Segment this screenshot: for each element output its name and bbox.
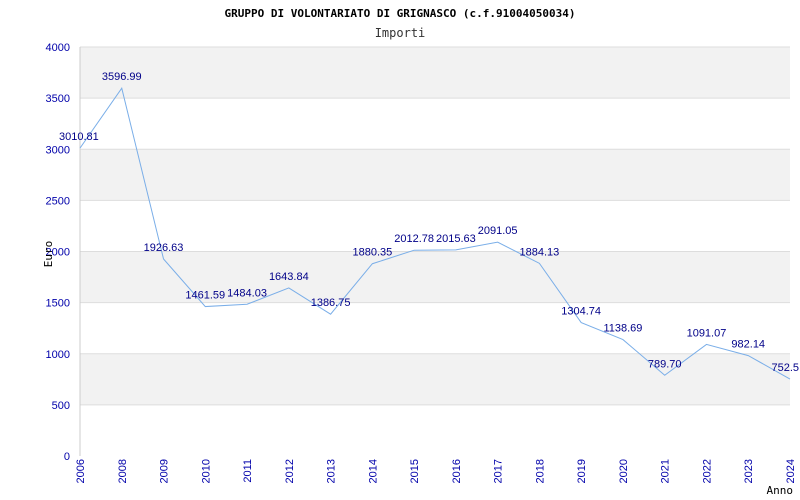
x-axis-label: Anno <box>767 484 794 497</box>
x-tick-2017: 2017 <box>493 459 505 483</box>
x-tick-2022: 2022 <box>701 459 713 483</box>
y-tick-1500: 1500 <box>46 298 70 310</box>
data-label-2008: 3596.99 <box>102 71 142 83</box>
x-tick-2013: 2013 <box>326 459 338 483</box>
data-label-2018: 1884.13 <box>520 246 560 258</box>
x-tick-2012: 2012 <box>284 459 296 483</box>
data-label-2020: 1138.69 <box>603 323 642 335</box>
background-bands <box>80 47 790 405</box>
y-tick-1000: 1000 <box>46 349 70 361</box>
x-tick-2024: 2024 <box>785 459 797 483</box>
band-5 <box>80 149 790 201</box>
gridlines <box>80 46 790 406</box>
y-tick-0: 0 <box>64 451 70 463</box>
x-tick-2014: 2014 <box>367 459 379 483</box>
data-label-2009: 1926.63 <box>144 242 184 254</box>
x-tick-2016: 2016 <box>451 459 463 483</box>
x-tick-2006: 2006 <box>75 459 87 483</box>
x-tick-2021: 2021 <box>660 459 672 483</box>
x-tick-2015: 2015 <box>409 459 421 483</box>
x-tick-2019: 2019 <box>576 459 588 483</box>
y-axis-label: Euro <box>42 241 55 268</box>
x-tick-2008: 2008 <box>117 459 129 483</box>
data-label-2017: 2091.05 <box>478 225 518 237</box>
data-label-2015: 2012.78 <box>394 233 434 245</box>
data-label-2010: 1461.59 <box>185 290 225 302</box>
x-tick-2011: 2011 <box>242 459 254 483</box>
x-tick-labels: 2006 2008 2009 2010 2011 2012 2013 2014 2015 2016… <box>75 459 797 483</box>
data-label-2012: 1643.84 <box>269 271 309 283</box>
y-tick-3500: 3500 <box>46 93 70 105</box>
y-tick-500: 500 <box>52 400 70 412</box>
x-tick-2018: 2018 <box>534 459 546 483</box>
data-label-2016: 2015.63 <box>436 233 476 245</box>
y-tick-3000: 3000 <box>46 144 70 156</box>
data-label-2011: 1484.03 <box>227 287 267 299</box>
data-label-2024: 752.5 <box>771 362 799 374</box>
band-7 <box>80 47 790 99</box>
y-tick-2500: 2500 <box>46 195 70 207</box>
y-tick-4000: 4000 <box>46 42 70 54</box>
x-tick-2010: 2010 <box>200 459 212 483</box>
data-label-2022: 1091.07 <box>687 327 727 339</box>
chart-subtitle: Importi <box>375 26 426 40</box>
x-tick-2009: 2009 <box>159 459 171 483</box>
data-label-2019: 1304.74 <box>561 306 601 318</box>
x-tick-2020: 2020 <box>618 459 630 483</box>
x-tick-2023: 2023 <box>743 459 755 483</box>
line-chart: 05001000150020002500300035004000 2006 200… <box>42 7 799 497</box>
data-labels: 3010.81 3596.99 1926.63 1461.59 1484.031643.… <box>59 71 799 374</box>
data-label-2006: 3010.81 <box>59 131 99 143</box>
data-label-2014: 1880.35 <box>352 247 392 259</box>
data-label-2023: 982.14 <box>731 339 765 351</box>
chart-title: GRUPPO DI VOLONTARIATO DI GRIGNASCO (c.f… <box>225 7 576 20</box>
data-label-2013: 1386.75 <box>311 297 351 309</box>
data-label-2021: 789.70 <box>648 358 682 370</box>
